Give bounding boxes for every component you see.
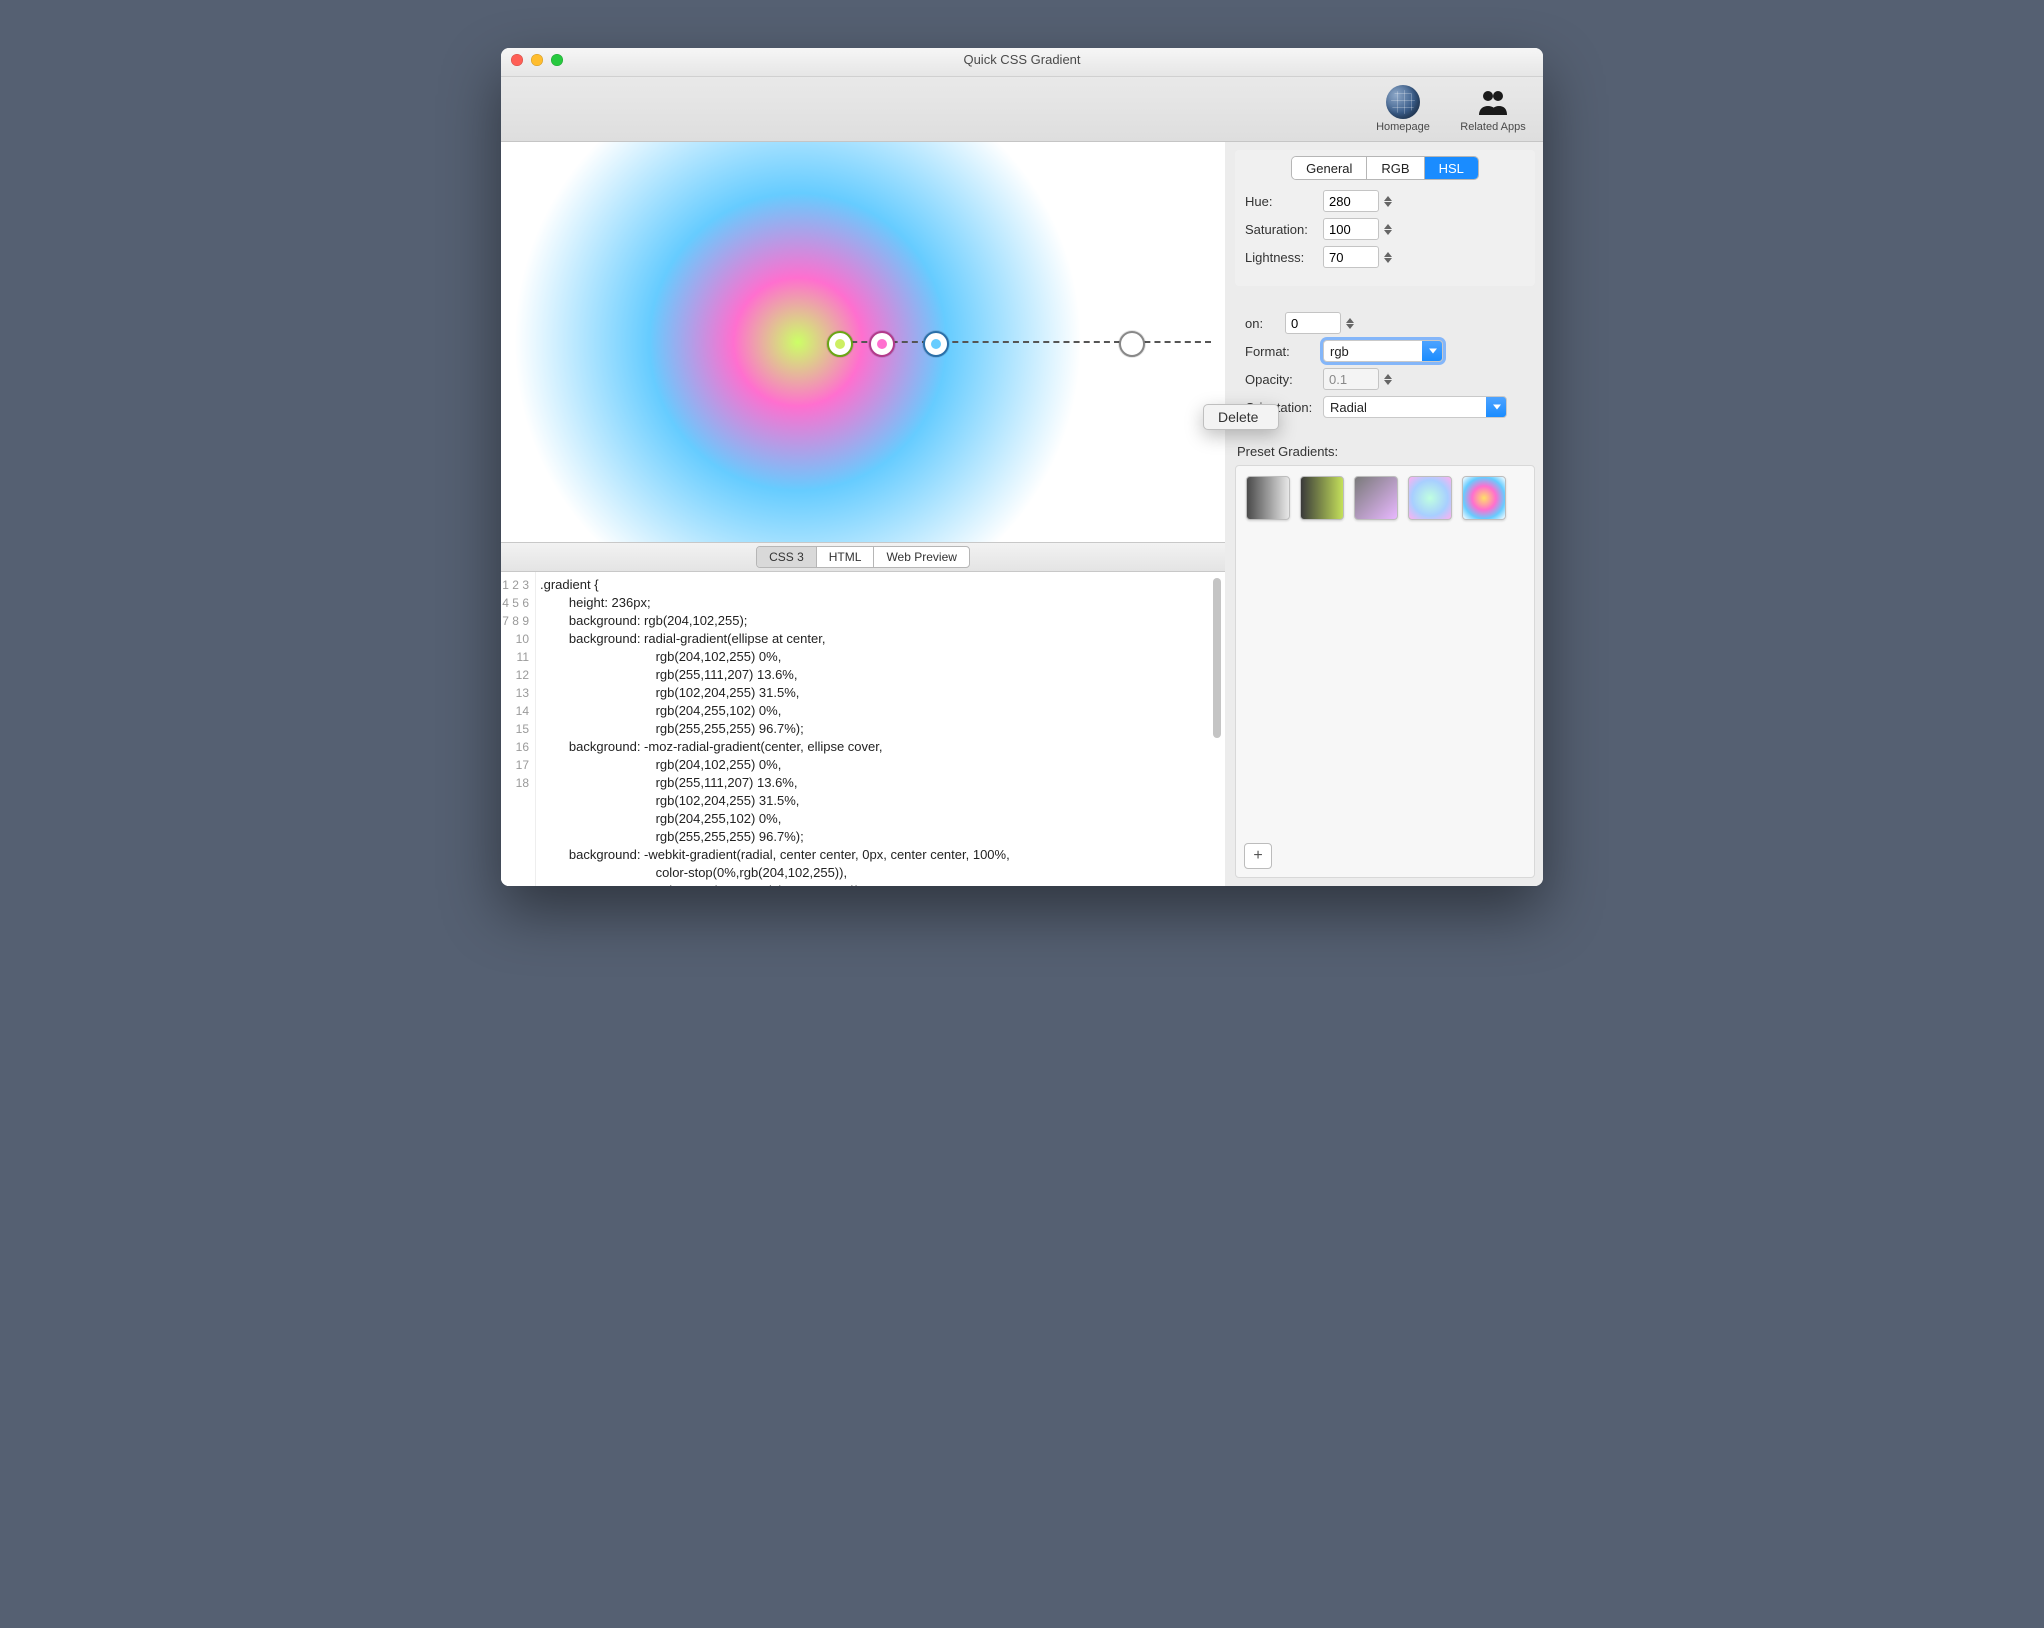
code-tabs: CSS 3HTMLWeb Preview xyxy=(501,542,1225,572)
minimize-icon[interactable] xyxy=(531,54,543,66)
app-window: Quick CSS Gradient Homepage Related Apps xyxy=(501,48,1543,886)
scrollbar-thumb[interactable] xyxy=(1213,578,1221,738)
position-label-partial: on: xyxy=(1245,316,1285,331)
opacity-label: Opacity: xyxy=(1245,372,1323,387)
position-stepper[interactable] xyxy=(1343,317,1357,330)
orientation-select[interactable]: Radial xyxy=(1323,396,1507,418)
related-apps-button[interactable]: Related Apps xyxy=(1457,85,1529,133)
stop-color-dot xyxy=(877,339,887,349)
color-tab-rgb[interactable]: RGB xyxy=(1367,157,1424,179)
format-label: Format: xyxy=(1245,344,1323,359)
people-icon xyxy=(1476,85,1510,119)
window-title: Quick CSS Gradient xyxy=(963,52,1080,67)
gradient-preview[interactable] xyxy=(501,142,1225,542)
preset-swatch[interactable] xyxy=(1462,476,1506,520)
preset-swatch[interactable] xyxy=(1300,476,1344,520)
plus-icon: + xyxy=(1253,847,1262,865)
saturation-label: Saturation: xyxy=(1245,222,1323,237)
code-tab-html[interactable]: HTML xyxy=(817,547,875,567)
left-column: Delete CSS 3HTMLWeb Preview 1 2 3 4 5 6 … xyxy=(501,142,1225,886)
gradient-stop[interactable] xyxy=(923,331,949,357)
opacity-input xyxy=(1323,368,1379,390)
gradient-stop[interactable] xyxy=(869,331,895,357)
homepage-button[interactable]: Homepage xyxy=(1367,85,1439,133)
code-tab-css-3[interactable]: CSS 3 xyxy=(757,547,817,567)
gradient-stop[interactable] xyxy=(1119,331,1145,357)
orientation-select-wrap: Radial xyxy=(1323,396,1507,418)
opacity-stepper[interactable] xyxy=(1381,373,1395,386)
color-tab-general[interactable]: General xyxy=(1292,157,1367,179)
hue-label: Hue: xyxy=(1245,194,1323,209)
stop-color-dot xyxy=(931,339,941,349)
zoom-icon[interactable] xyxy=(551,54,563,66)
preset-swatch[interactable] xyxy=(1246,476,1290,520)
related-apps-label: Related Apps xyxy=(1457,121,1529,133)
line-gutter: 1 2 3 4 5 6 7 8 9 10 11 12 13 14 15 16 1… xyxy=(501,572,536,886)
color-tab-hsl[interactable]: HSL xyxy=(1425,157,1478,179)
preset-swatch[interactable] xyxy=(1408,476,1452,520)
toolbar: Homepage Related Apps xyxy=(501,77,1543,142)
presets-label: Preset Gradients: xyxy=(1237,444,1535,459)
stop-color-dot xyxy=(835,339,845,349)
globe-icon xyxy=(1386,85,1420,119)
hue-input[interactable] xyxy=(1323,190,1379,212)
context-menu-delete[interactable]: Delete xyxy=(1218,409,1258,425)
homepage-label: Homepage xyxy=(1367,121,1439,133)
lightness-label: Lightness: xyxy=(1245,250,1323,265)
lightness-stepper[interactable] xyxy=(1381,251,1395,264)
color-tabs: GeneralRGBHSL xyxy=(1291,156,1479,180)
inspector-panel: GeneralRGBHSL Hue: Saturation: xyxy=(1225,142,1543,886)
stop-color-dot xyxy=(1127,339,1137,349)
saturation-input[interactable] xyxy=(1323,218,1379,240)
lightness-input[interactable] xyxy=(1323,246,1379,268)
stop-properties: on: Format: rgb Opacity: xyxy=(1235,300,1535,436)
window-controls xyxy=(511,54,563,66)
add-preset-button[interactable]: + xyxy=(1244,843,1272,869)
titlebar: Quick CSS Gradient xyxy=(501,48,1543,77)
code-editor[interactable]: 1 2 3 4 5 6 7 8 9 10 11 12 13 14 15 16 1… xyxy=(501,572,1225,886)
format-select[interactable]: rgb xyxy=(1323,340,1443,362)
color-panel: GeneralRGBHSL Hue: Saturation: xyxy=(1235,150,1535,286)
format-select-wrap: rgb xyxy=(1323,340,1443,362)
code-tab-web-preview[interactable]: Web Preview xyxy=(874,547,968,567)
preset-swatch[interactable] xyxy=(1354,476,1398,520)
position-input[interactable] xyxy=(1285,312,1341,334)
code-text[interactable]: .gradient { height: 236px; background: r… xyxy=(536,572,1225,886)
saturation-stepper[interactable] xyxy=(1381,223,1395,236)
hue-stepper[interactable] xyxy=(1381,195,1395,208)
context-menu[interactable]: Delete xyxy=(1203,404,1279,430)
gradient-stop[interactable] xyxy=(827,331,853,357)
presets-panel: + xyxy=(1235,465,1535,878)
close-icon[interactable] xyxy=(511,54,523,66)
